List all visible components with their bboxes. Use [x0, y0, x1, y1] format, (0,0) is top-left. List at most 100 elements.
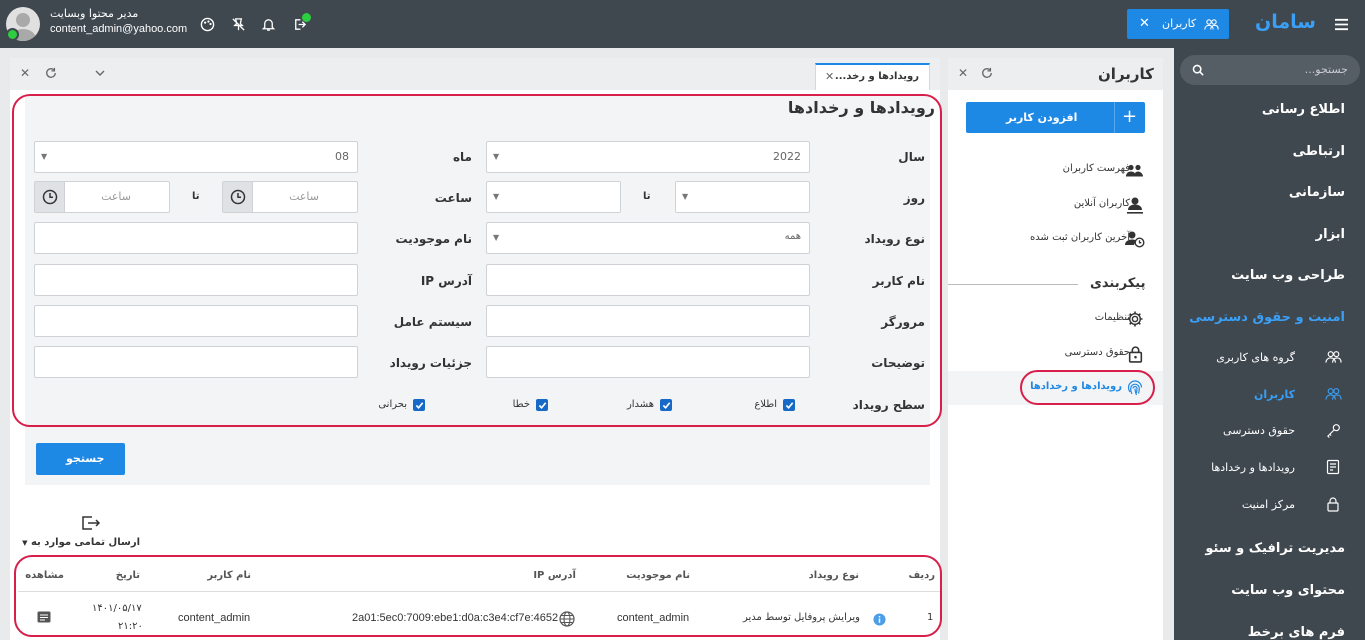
level-label: سطح رویداد — [852, 398, 925, 412]
clock-icon[interactable] — [223, 182, 253, 212]
sidebar-subitem-users[interactable]: کاربران — [1254, 388, 1295, 401]
refresh-icon[interactable] — [980, 66, 994, 80]
users-panel-title: کاربران — [1098, 65, 1154, 83]
day-to-select[interactable]: ▼ — [486, 181, 621, 213]
sidebar-item-website-content[interactable]: محتوای وب سایت — [1231, 583, 1345, 598]
month-label: ماه — [452, 150, 472, 164]
hour-from-input[interactable]: ساعت — [222, 181, 358, 213]
gear-icon — [1125, 309, 1145, 329]
users-group-icon — [1324, 348, 1342, 366]
pin-off-icon[interactable] — [229, 15, 247, 33]
export-dropdown[interactable]: ارسال تمامی موارد به ▼ — [22, 537, 140, 548]
sidebar-item-security[interactable]: امنیت و حقوق دسترسی — [1189, 310, 1345, 325]
col-username: نام کاربر — [207, 570, 251, 581]
event-type-select[interactable]: همه ▼ — [486, 222, 810, 254]
sidebar-subitem-user-groups[interactable]: گروه های کاربری — [1216, 351, 1295, 364]
level-info-checkbox[interactable] — [783, 399, 795, 411]
add-user-button[interactable]: افزودن کاربر + — [966, 102, 1145, 133]
close-icon[interactable]: ✕ — [20, 66, 30, 80]
row-entity-name: content_admin — [617, 612, 690, 624]
sidebar-item-communication[interactable]: ارتباطی — [1293, 144, 1345, 159]
level-info-label: اطلاع — [754, 399, 777, 410]
sidebar-subitem-security-center[interactable]: مرکز امنیت — [1242, 498, 1295, 511]
level-warning-checkbox[interactable] — [660, 399, 672, 411]
row-username: content_admin — [178, 612, 251, 624]
caret-down-icon: ▼ — [493, 192, 500, 201]
caret-down-icon: ▼ — [41, 152, 48, 161]
ip-label: آدرس IP — [420, 274, 472, 288]
fingerprint-icon — [1125, 378, 1145, 398]
year-label: سال — [898, 150, 925, 164]
col-view: مشاهده — [25, 570, 64, 581]
user-email: content_admin@yahoo.com — [50, 23, 188, 35]
search-button[interactable]: جستجو — [36, 443, 125, 475]
sidebar-item-online-forms[interactable]: فرم های برخط — [1248, 625, 1345, 640]
tab-events[interactable]: ✕ رویدادها و رخد... — [815, 63, 930, 90]
event-details-label: جزئیات رویداد — [389, 356, 472, 370]
globe-icon — [558, 610, 576, 628]
sidebar-item-tools[interactable]: ابزار — [1316, 227, 1345, 242]
access-rights-link[interactable]: حقوق دسترسی — [1065, 347, 1130, 358]
events-link[interactable]: رویدادها و رخدادها — [1030, 381, 1122, 392]
online-users-link[interactable]: کاربران آنلاین — [1074, 198, 1130, 209]
close-icon[interactable]: ✕ — [958, 66, 968, 80]
export-icon[interactable] — [80, 514, 102, 532]
year-select[interactable]: 2022 ▼ — [486, 141, 810, 173]
plus-icon: + — [1122, 106, 1138, 127]
config-section-title: پیکربندی — [1090, 276, 1146, 291]
online-status-dot — [6, 28, 19, 41]
day-label: روز — [903, 191, 925, 205]
description-input[interactable] — [486, 346, 810, 378]
entity-name-label: نام موجودیت — [395, 232, 472, 246]
users-list-link[interactable]: فهرست کاربران — [1063, 163, 1130, 174]
row-time: ۲۱:۲۰ — [118, 621, 143, 632]
chevron-down-icon[interactable] — [93, 67, 107, 79]
sidebar-item-notifications[interactable]: اطلاع رسانی — [1262, 102, 1345, 117]
level-warning-label: هشدار — [626, 399, 654, 410]
row-event-type: ویرایش پروفایل توسط مدیر — [742, 612, 860, 623]
sidebar-subitem-access-rights[interactable]: حقوق دسترسی — [1223, 424, 1295, 437]
day-from-select[interactable]: ▼ — [675, 181, 810, 213]
level-critical-checkbox[interactable] — [413, 399, 425, 411]
os-input[interactable] — [34, 305, 358, 337]
day-to-label: تا — [643, 191, 651, 202]
hamburger-menu-icon[interactable] — [1333, 16, 1349, 32]
caret-down-icon: ▼ — [493, 233, 500, 242]
search-icon[interactable] — [1190, 62, 1206, 78]
sidebar-item-website-design[interactable]: طراحی وب سایت — [1231, 268, 1345, 283]
browser-input[interactable] — [486, 305, 810, 337]
view-details-icon[interactable] — [35, 609, 53, 625]
info-icon[interactable] — [872, 612, 886, 626]
sidebar-subitem-events[interactable]: رویدادها و رخدادها — [1211, 461, 1295, 474]
active-chip[interactable]: ✕ کاربران — [1127, 9, 1229, 39]
tab-close-icon[interactable]: ✕ — [825, 70, 834, 83]
sidebar-item-traffic-seo[interactable]: مدیریت ترافیک و سئو — [1205, 541, 1345, 556]
ip-input[interactable] — [34, 264, 358, 296]
os-label: سیستم عامل — [393, 315, 472, 329]
user-clock-icon — [1125, 229, 1145, 249]
row-index: 1 — [927, 612, 934, 623]
close-icon[interactable]: ✕ — [1139, 16, 1150, 31]
palette-icon[interactable] — [198, 15, 216, 33]
add-user-label: افزودن کاربر — [1006, 111, 1078, 124]
caret-down-icon: ▼ — [22, 539, 28, 547]
caret-down-icon: ▼ — [682, 192, 689, 201]
entity-name-input[interactable] — [34, 222, 358, 254]
event-details-input[interactable] — [34, 346, 358, 378]
recent-users-link[interactable]: آخرین کاربران ثبت شده — [1030, 232, 1130, 243]
caret-down-icon: ▼ — [493, 152, 500, 161]
bell-icon[interactable] — [259, 15, 277, 33]
refresh-icon[interactable] — [44, 66, 58, 80]
online-user-icon — [1125, 195, 1145, 215]
sidebar-search[interactable]: جستجو... — [1180, 55, 1360, 85]
clock-icon[interactable] — [35, 182, 65, 212]
search-input[interactable]: جستجو... — [1305, 63, 1348, 76]
tab-bar — [10, 58, 940, 90]
notification-dot — [302, 13, 311, 22]
level-error-checkbox[interactable] — [536, 399, 548, 411]
month-select[interactable]: 08 ▼ — [34, 141, 358, 173]
sidebar-item-organization[interactable]: سازمانی — [1289, 185, 1345, 200]
app-name: سامان — [1255, 11, 1316, 33]
hour-to-input[interactable]: ساعت — [34, 181, 170, 213]
username-input[interactable] — [486, 264, 810, 296]
